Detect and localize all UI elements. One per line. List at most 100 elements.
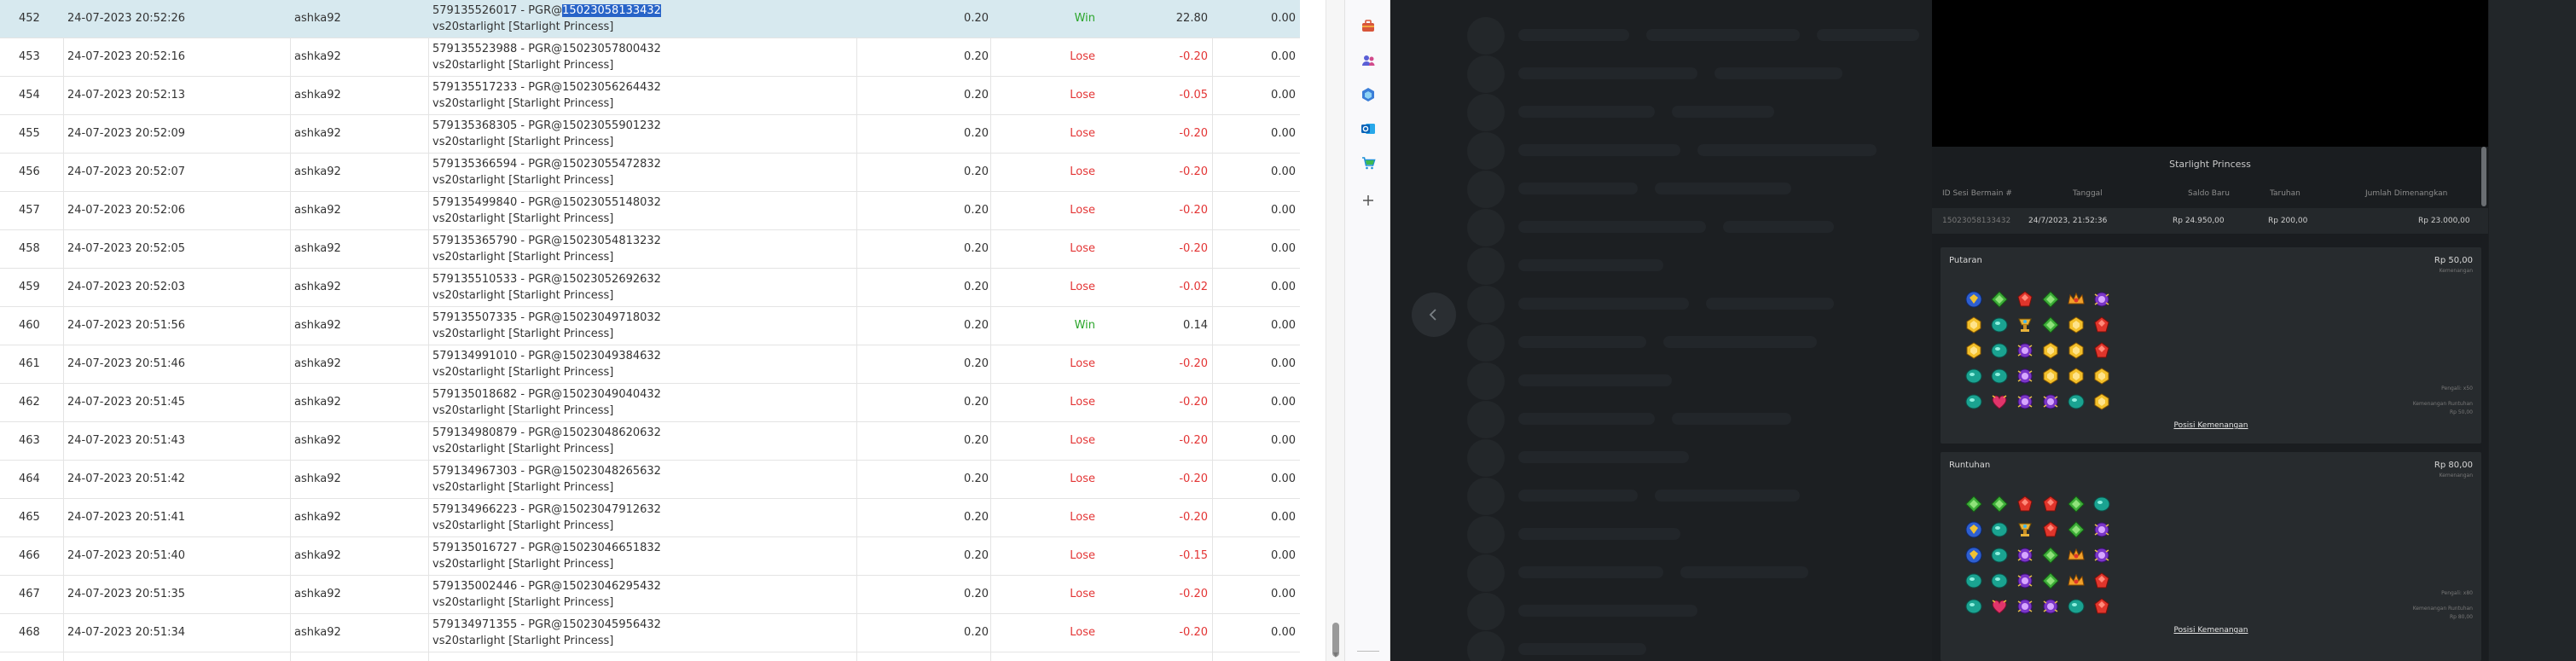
table-row[interactable]: 457 24-07-2023 20:52:06 ashka92 57913549984… — [0, 192, 1300, 230]
table-row[interactable]: 465 24-07-2023 20:51:41 ashka92 57913496622… — [0, 499, 1300, 537]
row-amount: -0.20 — [1179, 50, 1208, 63]
header-won: Jumlah Dimenangkan — [2365, 189, 2448, 198]
row-amount: -0.02 — [1179, 281, 1208, 293]
row-date: 24-07-2023 20:52:06 — [67, 204, 186, 217]
section-amount-label: Kemenangan — [2439, 473, 2473, 478]
row-bet: 0.20 — [964, 242, 989, 255]
row-username: ashka92 — [294, 12, 341, 25]
purple-symbol-icon — [2041, 392, 2060, 411]
row-number: 453 — [19, 50, 40, 63]
row-number: 460 — [19, 319, 40, 332]
table-row[interactable]: 455 24-07-2023 20:52:09 ashka92 57913536830… — [0, 115, 1300, 154]
row-username: ashka92 — [294, 357, 341, 370]
yellow-symbol-icon — [1964, 341, 1983, 360]
background-list-item — [1467, 478, 1979, 515]
table-row[interactable]: 468 24-07-2023 20:51:34 ashka92 57913497135… — [0, 614, 1300, 652]
table-row[interactable]: 452 24-07-2023 20:52:26 ashka92 57913552601… — [0, 0, 1300, 38]
outlook-icon[interactable] — [1357, 118, 1379, 140]
row-description: 579135016727 - PGR@15023046651832 vs20sta… — [432, 540, 661, 577]
row-date: 24-07-2023 20:52:03 — [67, 281, 186, 293]
modal-scrollbar-thumb[interactable] — [2481, 147, 2486, 206]
red-symbol-icon — [2041, 495, 2060, 513]
row-balance: 0.00 — [1271, 549, 1296, 562]
row-description: 579134980879 - PGR@15023048620632 vs20sta… — [432, 425, 661, 462]
background-text-placeholder — [1518, 605, 1697, 617]
background-list-item — [1467, 401, 1979, 438]
row-description: 579134971355 - PGR@15023045956432 vs20sta… — [432, 617, 661, 654]
background-text-placeholder — [1518, 221, 1706, 233]
page-right-panel — [2489, 0, 2576, 661]
row-game-name: vs20starlight [Starlight Princess] — [432, 174, 614, 187]
briefcase-icon[interactable] — [1357, 15, 1379, 38]
contacts-icon[interactable] — [1357, 49, 1379, 72]
row-amount: -0.20 — [1179, 127, 1208, 140]
header-bet: Taruhan — [2270, 189, 2300, 198]
background-avatar — [1467, 401, 1505, 438]
add-icon[interactable] — [1357, 189, 1379, 212]
header-session-id: ID Sesi Bermain # — [1942, 189, 2012, 198]
row-number: 457 — [19, 204, 40, 217]
table-row[interactable]: 459 24-07-2023 20:52:03 ashka92 57913551053… — [0, 269, 1300, 307]
row-selected-text: 15023058133432 — [562, 4, 661, 17]
table-row[interactable]: 454 24-07-2023 20:52:13 ashka92 57913551723… — [0, 77, 1300, 115]
row-username: ashka92 — [294, 319, 341, 332]
table-row[interactable]: 466 24-07-2023 20:51:40 ashka92 57913501672… — [0, 537, 1300, 576]
purple-symbol-icon — [2016, 367, 2034, 386]
background-text-placeholder — [1518, 259, 1663, 271]
row-amount: -0.20 — [1179, 165, 1208, 178]
section-note: Pengali: x50 — [2441, 386, 2473, 391]
row-balance: 0.00 — [1271, 588, 1296, 600]
background-text-placeholder — [1518, 374, 1672, 386]
purple-symbol-icon — [2016, 546, 2034, 565]
table-row[interactable]: 464 24-07-2023 20:51:42 ashka92 57913496730… — [0, 461, 1300, 499]
section-note: Rp 80,00 — [2449, 614, 2473, 620]
row-amount: -0.20 — [1179, 511, 1208, 524]
win-positions-link[interactable]: Posisi Kemenangan — [1941, 626, 2481, 635]
table-row[interactable]: 462 24-07-2023 20:51:45 ashka92 57913501868… — [0, 384, 1300, 422]
section-amount: Rp 50,00 — [2434, 256, 2473, 265]
row-username: ashka92 — [294, 626, 341, 639]
row-description: 579135523988 - PGR@15023057800432 vs20sta… — [432, 41, 661, 78]
row-username: ashka92 — [294, 127, 341, 140]
previous-arrow-button[interactable] — [1412, 293, 1456, 337]
row-date: 24-07-2023 20:51:45 — [67, 396, 186, 409]
shopping-icon[interactable] — [1357, 152, 1379, 174]
green-symbol-icon — [1990, 290, 2009, 309]
row-description: 579135499840 - PGR@15023055148032 vs20sta… — [432, 194, 661, 232]
table-row[interactable]: 453 24-07-2023 20:52:16 ashka92 57913552398… — [0, 38, 1300, 77]
row-result: Lose — [1070, 165, 1095, 178]
table-row[interactable]: 467 24-07-2023 20:51:35 ashka92 57913500244… — [0, 576, 1300, 614]
row-balance: 0.00 — [1271, 473, 1296, 485]
row-bet: 0.20 — [964, 50, 989, 63]
table-row[interactable]: 463 24-07-2023 20:51:43 ashka92 57913498087… — [0, 422, 1300, 461]
win-positions-link[interactable]: Posisi Kemenangan — [1941, 421, 2481, 430]
teal-symbol-icon — [1990, 341, 2009, 360]
table-row[interactable]: 458 24-07-2023 20:52:05 ashka92 57913536579… — [0, 230, 1300, 269]
table-row[interactable]: 461 24-07-2023 20:51:46 ashka92 57913499101… — [0, 345, 1300, 384]
table-scrollbar[interactable] — [1326, 0, 1344, 661]
background-text-placeholder — [1672, 413, 1791, 425]
row-transaction-id: 579135510533 - PGR@15023052692632 — [432, 273, 661, 286]
background-list-item — [1467, 554, 1979, 592]
row-number: 455 — [19, 127, 40, 140]
background-text-placeholder — [1518, 67, 1697, 79]
row-description: 579135002446 - PGR@15023046295432 vs20sta… — [432, 578, 661, 616]
row-username: ashka92 — [294, 89, 341, 101]
row-result: Lose — [1070, 242, 1095, 255]
table-row[interactable]: 456 24-07-2023 20:52:07 ashka92 57913536659… — [0, 154, 1300, 192]
scroll-down-arrow-icon[interactable]: ▼ — [1331, 651, 1341, 659]
background-text-placeholder — [1663, 336, 1817, 348]
red-symbol-icon — [2092, 341, 2111, 360]
background-avatar — [1467, 439, 1505, 477]
purple-symbol-icon — [2016, 597, 2034, 616]
row-transaction-id: 579135365790 - PGR@15023054813232 — [432, 235, 661, 247]
row-game-name: vs20starlight [Starlight Princess] — [432, 59, 614, 72]
copilot-icon[interactable] — [1357, 84, 1379, 106]
row-username: ashka92 — [294, 242, 341, 255]
green-symbol-icon — [1990, 495, 2009, 513]
table-row[interactable]: 460 24-07-2023 20:51:56 ashka92 57913550733… — [0, 307, 1300, 345]
row-result: Lose — [1070, 204, 1095, 217]
background-text-placeholder — [1655, 490, 1800, 502]
background-avatar — [1467, 554, 1505, 592]
row-bet: 0.20 — [964, 434, 989, 447]
